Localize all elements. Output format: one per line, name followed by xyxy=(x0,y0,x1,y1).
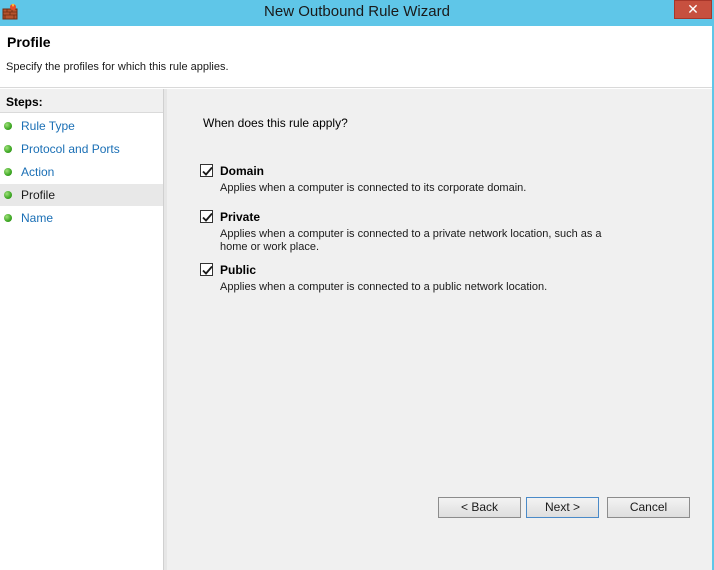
back-button[interactable]: < Back xyxy=(438,497,521,518)
wizard-header: Profile Specify the profiles for which t… xyxy=(0,26,712,88)
step-label[interactable]: Rule Type xyxy=(21,119,75,133)
checkmark-icon xyxy=(202,265,213,275)
wizard-window: New Outbound Rule Wizard ✕ Profile Speci… xyxy=(0,0,714,570)
domain-label[interactable]: Domain xyxy=(220,164,264,178)
page-title: Profile xyxy=(7,34,51,50)
domain-checkbox[interactable] xyxy=(200,164,213,177)
private-label[interactable]: Private xyxy=(220,210,260,224)
steps-pane: Steps: Rule Type Protocol and Ports Acti… xyxy=(0,89,163,570)
green-dot-icon xyxy=(4,214,12,222)
private-description: Applies when a computer is connected to … xyxy=(220,228,602,253)
question-text: When does this rule apply? xyxy=(203,116,348,130)
public-checkbox[interactable] xyxy=(200,263,213,276)
domain-description: Applies when a computer is connected to … xyxy=(220,182,527,194)
step-profile: Profile xyxy=(0,184,163,206)
checkmark-icon xyxy=(202,166,213,176)
step-action[interactable]: Action xyxy=(0,161,163,183)
private-checkbox[interactable] xyxy=(200,210,213,223)
step-label[interactable]: Name xyxy=(21,211,53,225)
step-rule-type[interactable]: Rule Type xyxy=(0,115,163,137)
step-label[interactable]: Action xyxy=(21,165,54,179)
green-dot-icon xyxy=(4,168,12,176)
checkmark-icon xyxy=(202,212,213,222)
step-label: Profile xyxy=(21,188,56,202)
green-dot-icon xyxy=(4,145,12,153)
public-description: Applies when a computer is connected to … xyxy=(220,281,548,293)
client-area: Profile Specify the profiles for which t… xyxy=(0,26,712,570)
steps-title: Steps: xyxy=(0,89,163,113)
step-protocol-and-ports[interactable]: Protocol and Ports xyxy=(0,138,163,160)
window-title: New Outbound Rule Wizard xyxy=(264,3,450,20)
page-description: Specify the profiles for which this rule… xyxy=(6,61,229,73)
step-label[interactable]: Protocol and Ports xyxy=(21,142,120,156)
next-button[interactable]: Next > xyxy=(526,497,599,518)
public-label[interactable]: Public xyxy=(220,263,256,277)
close-icon: ✕ xyxy=(687,1,699,17)
close-button[interactable]: ✕ xyxy=(674,0,712,19)
green-dot-icon xyxy=(4,122,12,130)
green-dot-icon xyxy=(4,191,12,199)
title-bar[interactable]: New Outbound Rule Wizard ✕ xyxy=(0,0,714,26)
step-name[interactable]: Name xyxy=(0,207,163,229)
cancel-button[interactable]: Cancel xyxy=(607,497,690,518)
